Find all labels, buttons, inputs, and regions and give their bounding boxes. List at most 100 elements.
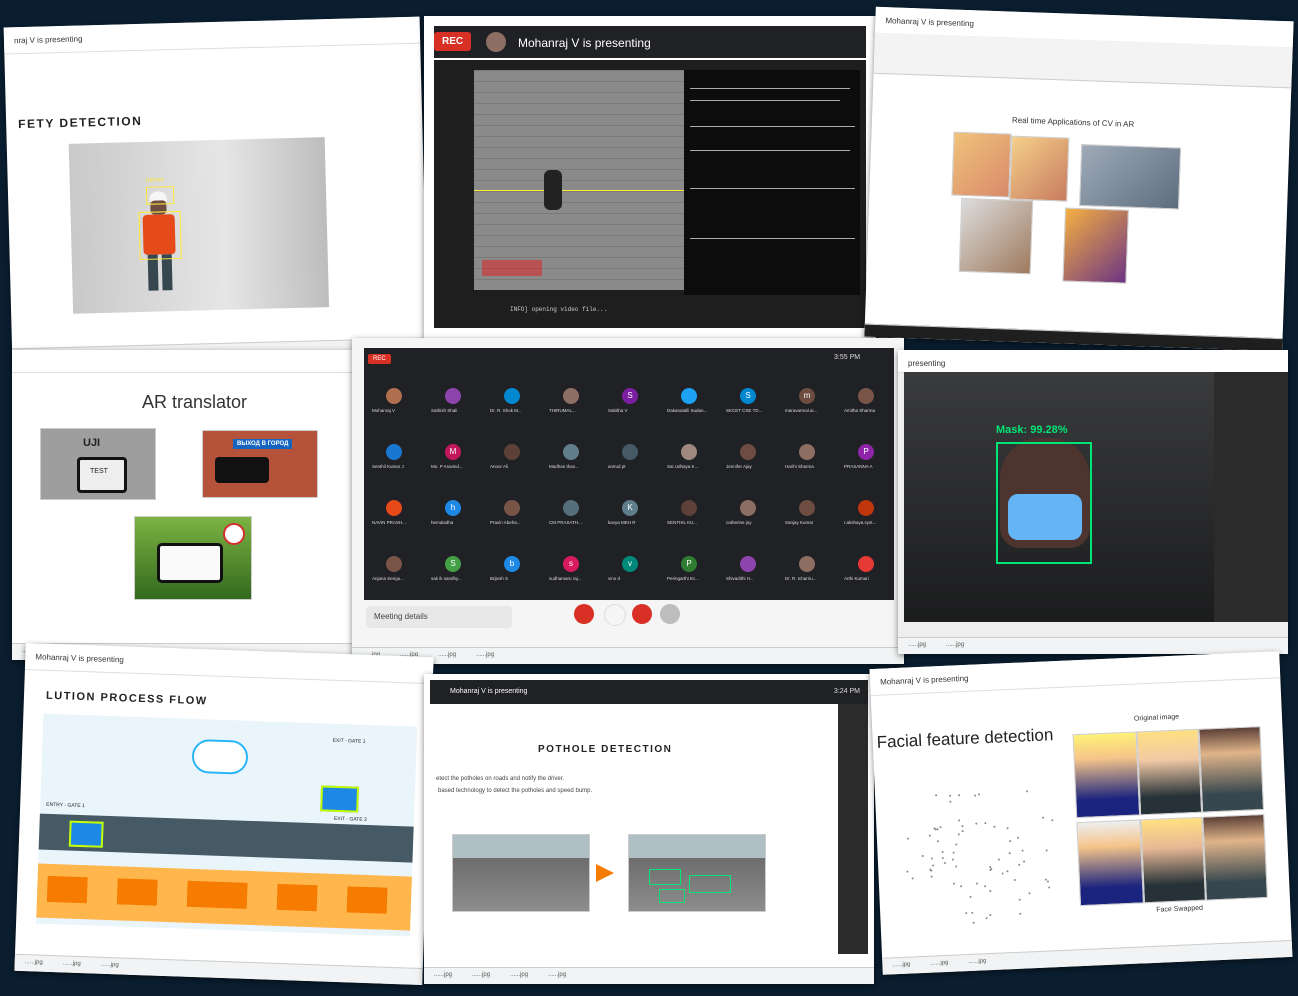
participant-avatar[interactable]: P	[858, 444, 874, 460]
landmark-dot	[1019, 912, 1022, 915]
original-label: Original image	[1133, 713, 1180, 723]
participant-avatar[interactable]	[386, 444, 402, 460]
rec-badge: REC	[434, 32, 472, 51]
camera-off-button[interactable]	[632, 604, 652, 624]
screenshot-pothole-detection: Mohanraj V is presenting 3:24 PM POTHOLE…	[424, 674, 874, 984]
participant-avatar[interactable]: K	[622, 500, 638, 516]
screen-share-area: INFO] opening video file...	[434, 60, 866, 328]
process-steps	[36, 863, 412, 931]
presenter-label: nraj V is presenting	[13, 34, 83, 46]
side-participants	[1214, 372, 1288, 622]
participant-name: r.akshaya.syst...	[844, 520, 877, 525]
face-swapped-1	[1076, 819, 1145, 907]
landmark-dot	[983, 885, 987, 888]
safety-video: helmet	[68, 137, 330, 314]
phone	[215, 457, 269, 483]
pothole-photo	[452, 834, 590, 912]
participant-avatar[interactable]	[858, 500, 874, 516]
participant-avatar[interactable]	[504, 500, 520, 516]
participant-avatar[interactable]	[386, 500, 402, 516]
participant-avatar[interactable]	[563, 388, 579, 404]
video-area: Mask: 99.28%	[904, 372, 1214, 622]
participant-avatar[interactable]	[386, 388, 402, 404]
screenshot-safety-detection: nraj V is presenting FETY DETECTION helm…	[3, 16, 429, 366]
participant-avatar[interactable]	[799, 444, 815, 460]
participant-avatar[interactable]: P	[681, 556, 697, 572]
car-2	[320, 785, 360, 813]
participant-avatar[interactable]	[740, 444, 756, 460]
participant-name: Pravin Abeha...	[490, 520, 521, 525]
landmark-dot	[961, 824, 964, 827]
participant-avatar[interactable]: S	[740, 388, 756, 404]
landmark-dot	[935, 793, 938, 796]
participant-avatar[interactable]: v	[622, 556, 638, 572]
participant-avatar[interactable]	[622, 444, 638, 460]
landmark-dot	[989, 889, 992, 892]
landmark-points	[884, 771, 1070, 929]
face-photo-2	[1009, 135, 1070, 202]
landmark-dot	[928, 834, 932, 837]
participant-name: Sai Udhaya K...	[667, 464, 699, 469]
download-bar: ......jpg......jpg......jpg	[14, 953, 423, 986]
landmark-dot	[1042, 816, 1045, 819]
participant-name: NAVIN PRASH...	[372, 520, 406, 525]
exit1-label: EXIT - GATE 1	[332, 737, 366, 745]
participant-avatar[interactable]	[386, 556, 402, 572]
participant-avatar[interactable]	[799, 556, 815, 572]
participant-avatar[interactable]	[799, 500, 815, 516]
cc-button[interactable]	[604, 604, 626, 626]
slide-title: Real time Applications of CV in AR	[1011, 115, 1135, 129]
participant-avatar[interactable]	[563, 500, 579, 516]
participant-avatar[interactable]: S	[622, 388, 638, 404]
landmark-dot	[931, 864, 934, 868]
meeting-details-button[interactable]: Meeting details	[366, 606, 512, 628]
participant-avatar[interactable]	[858, 556, 874, 572]
landmark-dot	[974, 794, 977, 797]
download-bar: ......jpg ......jpg	[898, 637, 1288, 654]
participant-avatar[interactable]	[681, 388, 697, 404]
participant-avatar[interactable]	[504, 444, 520, 460]
face-swapped-2	[1140, 816, 1206, 904]
translator-photo-3	[134, 516, 252, 600]
landmark-dot	[961, 829, 965, 832]
participant-name: Arthi Kumari	[844, 576, 869, 581]
landmark-dot	[993, 825, 996, 828]
participant-avatar[interactable]	[563, 444, 579, 460]
screenshot-meet-grid: REC 3:55 PM Mohanraj V Sathish Shali Dr. R…	[352, 338, 904, 664]
landmark-dot	[957, 819, 960, 822]
landmark-dot	[936, 828, 939, 831]
check-button[interactable]	[660, 604, 680, 624]
participant-avatar[interactable]	[681, 500, 697, 516]
translator-photo-2: ВЫХОД В ГОРОД	[202, 430, 318, 498]
mic-off-button[interactable]	[574, 604, 594, 624]
participant-avatar[interactable]	[740, 556, 756, 572]
participant-name: Mohanraj V	[372, 408, 396, 413]
participant-avatar[interactable]: s	[563, 556, 579, 572]
face-original-3	[1198, 726, 1265, 813]
landmark-dot	[990, 868, 993, 871]
screenshot-people-counter: REC Mohanraj V is presenting INFO] openi…	[424, 16, 876, 338]
participant-avatar[interactable]	[445, 388, 461, 404]
landmark-dot	[978, 793, 981, 796]
counter-text	[482, 260, 542, 276]
participant-avatar[interactable]: M	[445, 444, 461, 460]
participant-avatar[interactable]: S	[445, 556, 461, 572]
participant-avatar[interactable]: h	[445, 500, 461, 516]
participant-avatar[interactable]: m	[799, 388, 815, 404]
participant-avatar[interactable]	[740, 500, 756, 516]
meet-window: REC 3:55 PM Mohanraj V Sathish Shali Dr. R…	[364, 348, 894, 600]
slide-title: POTHOLE DETECTION	[538, 744, 673, 755]
participant-avatar[interactable]	[858, 388, 874, 404]
landmark-dot	[911, 877, 914, 880]
participant-avatar[interactable]	[504, 388, 520, 404]
landmark-dot	[941, 851, 944, 854]
landmark-dot	[957, 793, 961, 797]
landmark-dot	[998, 858, 1001, 862]
participant-avatar[interactable]: b	[504, 556, 520, 572]
presenter-label: Mohanraj V is presenting	[518, 36, 651, 50]
landmark-dot	[939, 825, 942, 828]
participant-avatar[interactable]	[681, 444, 697, 460]
screenshot-process-flow: Mohanraj V is presenting LUTION PROCESS …	[14, 642, 434, 986]
landmark-dot	[989, 914, 992, 917]
participant-name: sak ik sandhy...	[431, 576, 462, 581]
